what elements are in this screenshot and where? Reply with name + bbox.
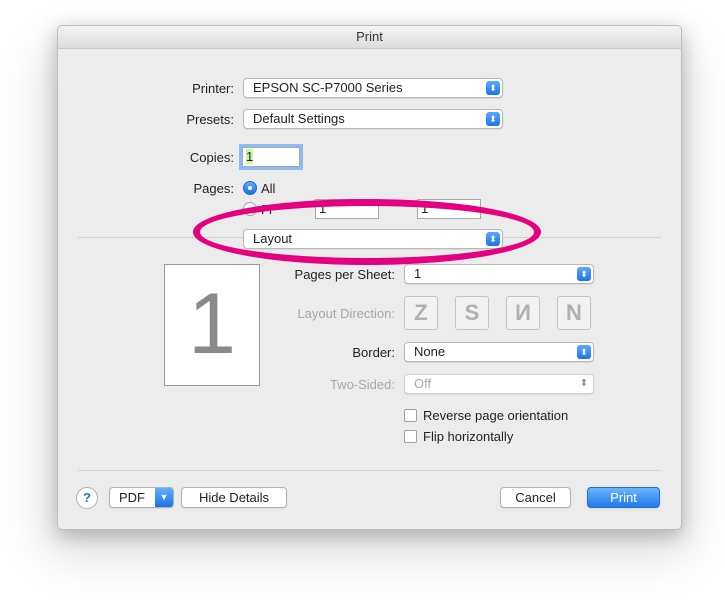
popup-arrows-icon: ⬍ [486, 112, 500, 126]
chevron-down-icon: ▼ [155, 488, 173, 507]
reverse-orientation-checkbox[interactable] [404, 409, 417, 422]
pages-per-sheet-popup[interactable]: 1 ⬍ [404, 264, 594, 284]
pages-all-label: All [261, 181, 276, 196]
pages-all-radio[interactable] [243, 181, 257, 195]
pages-from-label: Fr [261, 202, 274, 217]
layout-direction-label: Layout Direction: [297, 306, 395, 321]
popup-arrows-icon: ⬍ [486, 232, 500, 246]
pages-per-sheet-label: Pages per Sheet: [294, 267, 395, 282]
direction-n-icon: N [566, 300, 582, 325]
popup-arrows-icon: ⬍ [486, 81, 500, 95]
direction-z-icon: Z [414, 300, 428, 325]
cancel-label: Cancel [515, 490, 556, 505]
popup-arrows-icon: ⬍ [577, 345, 591, 359]
two-sided-value: Off [414, 376, 432, 391]
pages-from-field[interactable]: 1 [315, 199, 379, 219]
print-label: Print [610, 490, 637, 505]
printer-value: EPSON SC-P7000 Series [253, 80, 403, 95]
printer-popup[interactable]: EPSON SC-P7000 Series ⬍ [243, 78, 503, 98]
section-popup[interactable]: Layout ⬍ [243, 229, 503, 249]
border-label: Border: [352, 345, 395, 360]
pages-from-radio[interactable] [243, 202, 257, 216]
cancel-button[interactable]: Cancel [500, 487, 571, 508]
hide-details-button[interactable]: Hide Details [181, 487, 287, 508]
reverse-orientation-label: Reverse page orientation [423, 408, 569, 423]
section-popup-value: Layout [253, 231, 293, 246]
direction-reverse-n-icon: И [515, 300, 531, 325]
pages-from-value: 1 [319, 201, 327, 216]
pages-to-field[interactable]: 1 [417, 199, 481, 219]
two-sided-label: Two-Sided: [329, 377, 395, 392]
print-button[interactable]: Print [587, 487, 660, 508]
copies-field[interactable]: 1 [242, 147, 300, 167]
direction-z-button[interactable]: Z [404, 296, 438, 330]
two-sided-popup: Off ⬍ [404, 374, 594, 394]
direction-s-icon: S [464, 300, 480, 325]
pdf-menu-button[interactable]: PDF ▼ [109, 487, 174, 508]
pages-label: Pages: [193, 181, 234, 196]
copies-value: 1 [246, 149, 254, 164]
hide-details-label: Hide Details [198, 490, 270, 505]
print-dialog: Print Printer: EPSON SC-P7000 Series ⬍ P… [57, 25, 682, 530]
pages-per-sheet-value: 1 [414, 266, 422, 281]
direction-reverse-n-button[interactable]: И [506, 296, 540, 330]
direction-n-button[interactable]: N [557, 296, 591, 330]
copies-label: Copies: [189, 150, 234, 165]
flip-horizontally-label: Flip horizontally [423, 429, 514, 444]
help-button[interactable]: ? [76, 487, 98, 509]
pages-to-value: 1 [421, 201, 429, 216]
page-preview: 1 [164, 264, 260, 386]
presets-value: Default Settings [253, 111, 345, 126]
direction-s-button[interactable]: S [455, 296, 489, 330]
printer-label: Printer: [192, 81, 234, 96]
window-title: Print [58, 26, 681, 49]
help-icon: ? [83, 490, 91, 505]
preview-page-number: 1 [188, 276, 236, 372]
presets-popup[interactable]: Default Settings ⬍ [243, 109, 503, 129]
border-popup[interactable]: None ⬍ [404, 342, 594, 362]
pdf-label: PDF [119, 490, 145, 505]
popup-arrows-icon: ⬍ [579, 378, 589, 389]
flip-horizontally-checkbox[interactable] [404, 430, 417, 443]
border-value: None [414, 344, 446, 359]
popup-arrows-icon: ⬍ [577, 267, 591, 281]
footer-separator [78, 470, 661, 471]
presets-label: Presets: [186, 112, 234, 127]
